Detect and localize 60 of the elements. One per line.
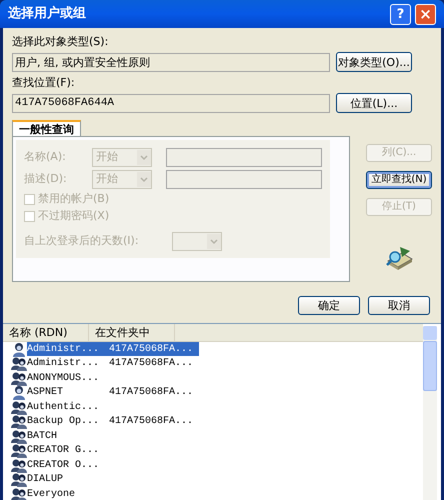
list-row[interactable]: CREATOR G... [27, 444, 199, 458]
name-cell-text: BATCH [27, 430, 58, 444]
field-label: 选择此对象类型(S): [12, 34, 110, 50]
name-cell-text: Backup Op... [27, 414, 100, 430]
locations-button[interactable]: 位置(L)... [336, 93, 412, 113]
list-row[interactable]: Administr... 417A75068FA... [27, 342, 199, 356]
name-cell-text: ASPNET [27, 386, 64, 400]
scrollbar[interactable] [423, 326, 437, 500]
folder-cell-text: 417A75068FA... [108, 386, 194, 400]
user-icon [11, 342, 27, 357]
name-cell-text: DIALUP [27, 473, 64, 488]
name-cell-text: Administr... [27, 356, 100, 372]
group-icon [11, 414, 27, 430]
object-types-button[interactable]: 对象类型(O)... [336, 52, 412, 72]
folder-cell-text: 417A75068FA... [108, 415, 194, 430]
group-icon [11, 443, 27, 458]
name-cell-text: Administr... [27, 342, 100, 357]
location-field: 417A75068FA644A [12, 94, 330, 112]
group-icon [11, 486, 27, 500]
field-label: 查找位置(F): [12, 75, 76, 91]
field-label: 自上次登录后的天数(I): [24, 233, 140, 250]
name-cell-text: Everyone [27, 488, 76, 500]
field-label: 名称(A): [24, 149, 67, 166]
group-icon [11, 370, 27, 386]
group-icon [11, 458, 27, 473]
list-row[interactable]: BATCH [27, 429, 199, 444]
name-cell-text: Authentic... [27, 400, 100, 415]
list-row[interactable]: Authentic... [27, 400, 199, 414]
group-icon [11, 400, 27, 415]
caret-icon [137, 172, 152, 187]
checkbox-label: 禁用的帐户(B) [38, 190, 110, 207]
dialog-button[interactable]: 立即查找(N) [366, 171, 432, 189]
list-row[interactable]: Everyone [27, 487, 199, 500]
list-row[interactable]: ASPNET 417A75068FA... [27, 386, 199, 400]
caret-icon [207, 234, 221, 249]
folder-cell-text: 417A75068FA... [108, 357, 194, 372]
list-row[interactable]: ANONYMOUS... [27, 371, 199, 386]
folder-cell-text: 417A75068FA... [108, 342, 194, 357]
dialog-button[interactable]: 确定 [298, 296, 360, 315]
name-cell-text: ANONYMOUS... [27, 372, 100, 386]
search-directory-icon [384, 245, 414, 271]
name-cell-text: CREATOR O... [27, 458, 100, 473]
user-icon [11, 385, 27, 400]
tab[interactable]: 一般性查询 [12, 120, 81, 136]
dialog-button[interactable]: 取消 [368, 296, 430, 315]
list-row[interactable]: Administr... 417A75068FA... [27, 356, 199, 371]
group-icon [11, 428, 27, 444]
window-title: 选择用户或组 [8, 4, 87, 24]
help-button[interactable]: ? [390, 4, 411, 24]
field-label: 描述(D): [24, 171, 68, 188]
group-icon [11, 472, 27, 488]
caret-icon [137, 150, 152, 165]
group-icon [11, 356, 27, 372]
list-row[interactable]: DIALUP [27, 472, 199, 487]
close-button[interactable]: × [415, 4, 436, 24]
list-row[interactable]: CREATOR O... [27, 458, 199, 472]
checkbox-label: 不过期密码(X) [38, 208, 110, 224]
name-cell-text: CREATOR G... [27, 444, 100, 458]
object-type-field: 用户, 组, 或内置安全性原则 [12, 52, 330, 72]
list-row[interactable]: Backup Op... 417A75068FA... [27, 414, 199, 429]
